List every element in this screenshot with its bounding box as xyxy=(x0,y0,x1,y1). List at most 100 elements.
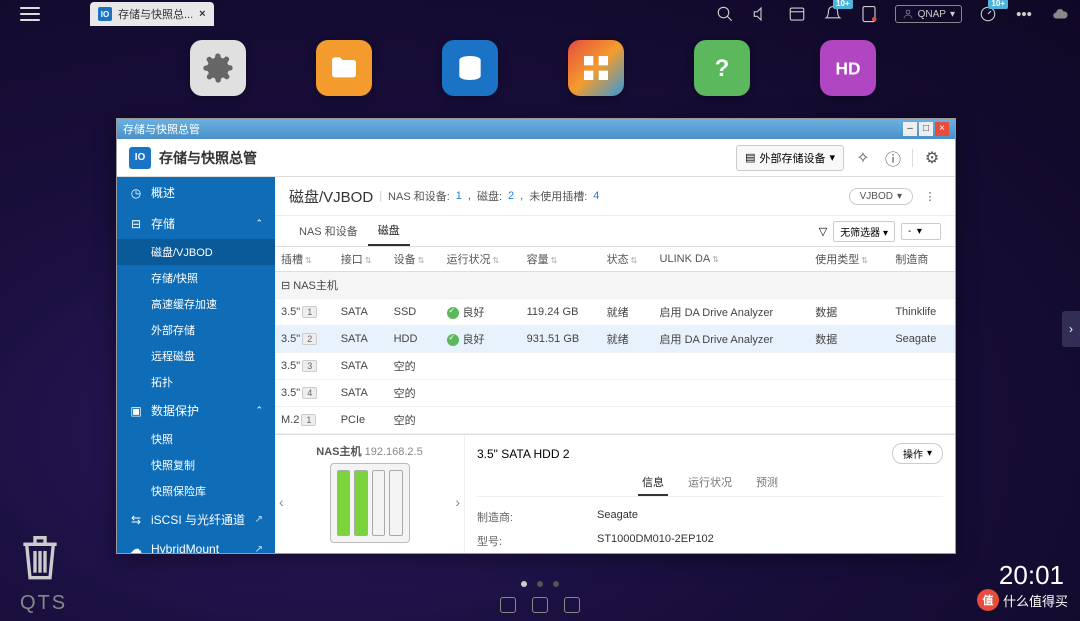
shield-icon: ▣ xyxy=(129,404,143,418)
dashboard-icon[interactable]: 10+ xyxy=(978,4,998,24)
help-app-icon[interactable]: ? xyxy=(694,40,750,96)
hd-app-icon[interactable]: HD xyxy=(820,40,876,96)
col-capacity[interactable]: 容量⇅ xyxy=(521,247,601,272)
sidebar-storage[interactable]: ⊟存储⌃ xyxy=(117,208,275,239)
table-row[interactable]: 3.5"3 SATA空的 xyxy=(275,353,955,380)
files-app-icon[interactable] xyxy=(316,40,372,96)
sidebar-snapshot-vault[interactable]: 快照保险库 xyxy=(117,478,275,504)
tab-title: 存储与快照总... xyxy=(118,6,193,22)
devices-icon[interactable] xyxy=(859,4,879,24)
table-row[interactable]: 3.5"1 SATASSD 良好 119.24 GB就绪 启用 DA Drive… xyxy=(275,299,955,326)
dtab-predict[interactable]: 预测 xyxy=(752,470,782,496)
cloud-icon[interactable] xyxy=(1050,4,1070,24)
da-link[interactable]: 启用 DA Drive Analyzer xyxy=(654,299,810,326)
svg-text:?: ? xyxy=(715,55,730,82)
sidebar-disk-vjbod[interactable]: 磁盘/VJBOD xyxy=(117,239,275,265)
next-icon[interactable]: › xyxy=(455,494,460,510)
col-usage[interactable]: 使用类型⇅ xyxy=(809,247,889,272)
more-icon[interactable]: ⋮ xyxy=(919,185,941,207)
sidebar-hybridmount[interactable]: ☁HybridMount↗ xyxy=(117,535,275,553)
sidebar-overview[interactable]: ◷概述 xyxy=(117,177,275,208)
col-ulink[interactable]: ULINK DA⇅ xyxy=(654,247,810,272)
col-state[interactable]: 状态⇅ xyxy=(601,247,654,272)
zoom-icon[interactable]: ⊕ xyxy=(398,552,407,553)
drive-icon: ▤ xyxy=(745,151,755,164)
tab-nas-devices[interactable]: NAS 和设备 xyxy=(289,217,368,245)
page-indicator[interactable] xyxy=(521,581,559,587)
empty-select[interactable]: - ▾ xyxy=(901,223,941,240)
sidebar-iscsi[interactable]: ⇆iSCSI 与光纤通道↗ xyxy=(117,504,275,535)
trash-icon[interactable] xyxy=(20,531,60,581)
chevron-up-icon: ⌃ xyxy=(255,405,263,416)
clock: 20:01 xyxy=(999,560,1064,591)
main-panel: 磁盘/VJBOD | NAS 和设备: 1 , 磁盘: 2 , 未使用插槽: 4… xyxy=(275,177,955,553)
col-health[interactable]: 运行状况⇅ xyxy=(441,247,521,272)
bell-icon[interactable]: 10+ xyxy=(823,4,843,24)
tasks-icon[interactable] xyxy=(787,4,807,24)
disk-table-wrap: 插槽⇅ 接口⇅ 设备⇅ 运行状况⇅ 容量⇅ 状态⇅ ULINK DA⇅ 使用类型… xyxy=(275,247,955,434)
dtab-info[interactable]: 信息 xyxy=(638,470,668,496)
maximize-button[interactable]: □ xyxy=(919,122,933,136)
sidebar-external[interactable]: 外部存储 xyxy=(117,317,275,343)
bottom-icons[interactable] xyxy=(500,597,580,613)
sidebar: ◷概述 ⊟存储⌃ 磁盘/VJBOD 存储/快照 高速缓存加速 外部存储 远程磁盘… xyxy=(117,177,275,553)
nas-image xyxy=(330,463,410,543)
wizard-icon[interactable]: ✧ xyxy=(852,147,874,169)
sub-tabs: NAS 和设备 磁盘 ▽ 无筛选器 ▾ - ▾ xyxy=(275,216,955,247)
breadcrumb: 磁盘/VJBOD | NAS 和设备: 1 , 磁盘: 2 , 未使用插槽: 4… xyxy=(275,177,955,216)
side-panel-toggle[interactable]: › xyxy=(1062,311,1080,347)
detail-nas: ‹ › NAS主机 192.168.2.5 NAS69C21D ⊕ 1 / 1 … xyxy=(275,435,465,553)
sidebar-remote[interactable]: 远程磁盘 xyxy=(117,343,275,369)
storage-icon: IO xyxy=(129,147,151,169)
appcenter-icon[interactable] xyxy=(568,40,624,96)
col-iface[interactable]: 接口⇅ xyxy=(335,247,388,272)
sidebar-storage-snapshot[interactable]: 存储/快照 xyxy=(117,265,275,291)
table-group[interactable]: ⊟ NAS主机 xyxy=(275,272,955,299)
filter-icon[interactable]: ▽ xyxy=(819,225,827,238)
taskbar-tab[interactable]: IO 存储与快照总... × xyxy=(90,2,214,26)
qts-logo: QTS xyxy=(20,592,67,615)
more-icon[interactable] xyxy=(1014,4,1034,24)
volume-icon[interactable] xyxy=(751,4,771,24)
tab-disks[interactable]: 磁盘 xyxy=(368,216,410,246)
settings-icon[interactable]: ⚙ xyxy=(921,147,943,169)
storage-icon: IO xyxy=(98,7,112,21)
prev-icon[interactable]: ‹ xyxy=(279,494,284,510)
col-device[interactable]: 设备⇅ xyxy=(388,247,441,272)
user-menu[interactable]: QNAP▾ xyxy=(895,5,962,23)
col-slot[interactable]: 插槽⇅ xyxy=(275,247,335,272)
desktop-dock: ? HD xyxy=(0,28,1080,96)
vjbod-button[interactable]: VJBOD▾ xyxy=(849,188,913,205)
storage-app-icon[interactable] xyxy=(442,40,498,96)
sidebar-cache[interactable]: 高速缓存加速 xyxy=(117,291,275,317)
window-titlebar[interactable]: 存储与快照总管 – □ × xyxy=(117,119,955,139)
close-button[interactable]: × xyxy=(935,122,949,136)
minimize-button[interactable]: – xyxy=(903,122,917,136)
col-mfr[interactable]: 制造商 xyxy=(889,247,955,272)
external-storage-button[interactable]: ▤ 外部存储设备▾ xyxy=(736,145,844,171)
chevron-up-icon: ⌃ xyxy=(255,218,263,229)
storage-manager-window: 存储与快照总管 – □ × IO 存储与快照总管 ▤ 外部存储设备▾ ✧ ⓘ ⚙… xyxy=(116,118,956,554)
table-row[interactable]: M.21 PCIe空的 xyxy=(275,407,955,434)
hybrid-icon: ☁ xyxy=(129,542,143,553)
sidebar-snapshot[interactable]: 快照 xyxy=(117,426,275,452)
menu-icon[interactable] xyxy=(20,7,40,21)
header-title: IO 存储与快照总管 xyxy=(129,147,257,169)
filter-select[interactable]: 无筛选器 ▾ xyxy=(833,221,895,242)
iscsi-icon: ⇆ xyxy=(129,513,143,527)
search-icon[interactable] xyxy=(715,4,735,24)
settings-app-icon[interactable] xyxy=(190,40,246,96)
table-row[interactable]: 3.5"4 SATA空的 xyxy=(275,380,955,407)
dtab-health[interactable]: 运行状况 xyxy=(684,470,736,496)
sidebar-snapshot-replica[interactable]: 快照复制 xyxy=(117,452,275,478)
action-button[interactable]: 操作▾ xyxy=(892,443,943,464)
svg-text:HD: HD xyxy=(835,59,860,79)
table-row[interactable]: 3.5"2 SATAHDD 良好 931.51 GB就绪 启用 DA Drive… xyxy=(275,326,955,353)
sidebar-topology[interactable]: 拓扑 xyxy=(117,369,275,395)
da-link[interactable]: 启用 DA Drive Analyzer xyxy=(654,326,810,353)
desktop-taskbar: IO 存储与快照总... × 10+ QNAP▾ 10+ xyxy=(0,0,1080,28)
sidebar-data-protection[interactable]: ▣数据保护⌃ xyxy=(117,395,275,426)
overview-icon: ◷ xyxy=(129,186,143,200)
info-icon[interactable]: ⓘ xyxy=(882,147,904,169)
close-icon[interactable]: × xyxy=(199,8,205,20)
